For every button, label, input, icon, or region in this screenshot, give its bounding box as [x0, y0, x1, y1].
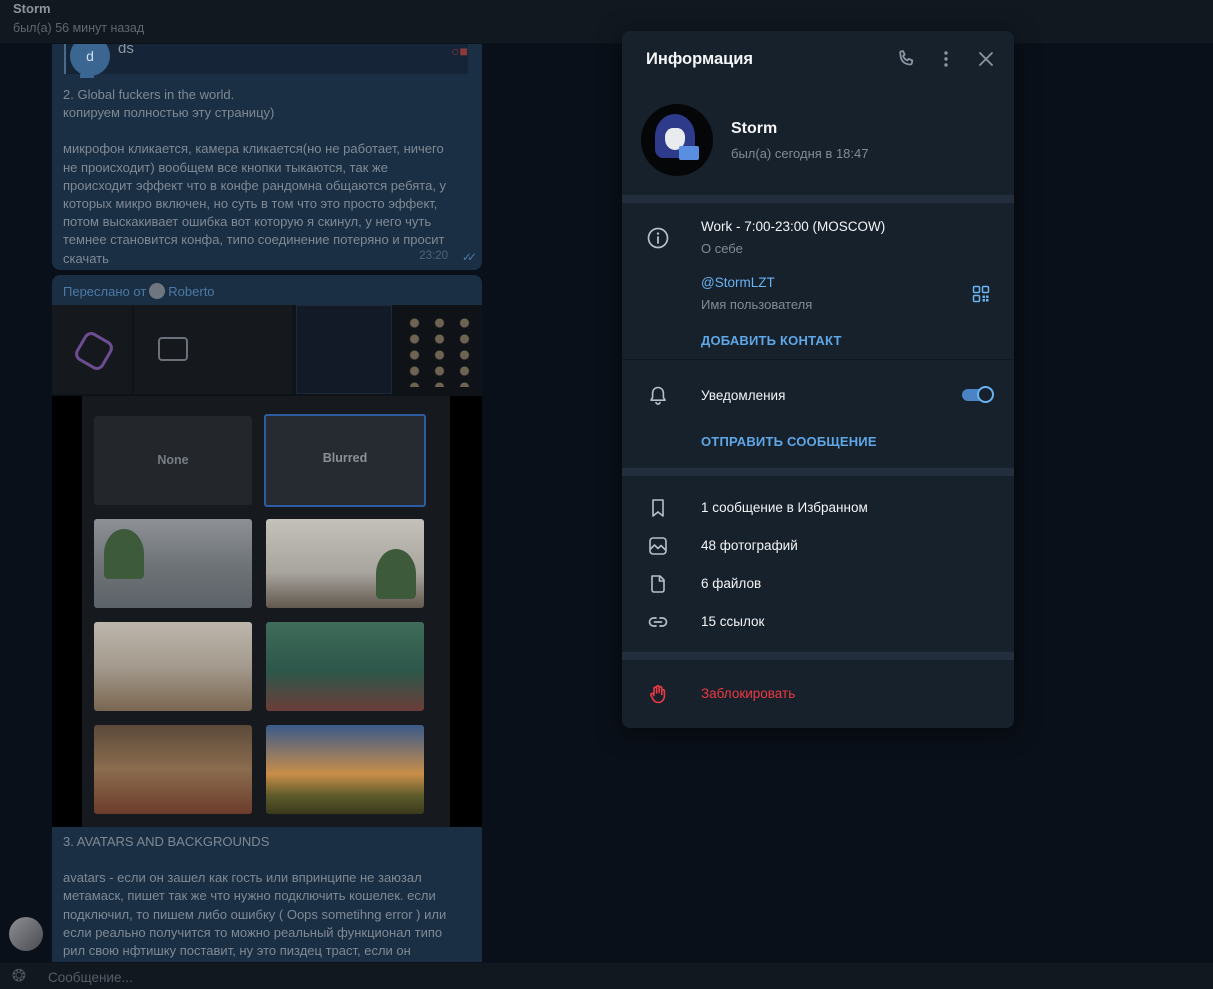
block-user-button[interactable]: Заблокировать — [701, 686, 795, 701]
more-vertical-icon[interactable] — [934, 47, 958, 71]
image-tile — [296, 305, 392, 394]
image-tile — [394, 305, 482, 394]
read-check-icon: ✓✓ — [461, 249, 477, 264]
avatar — [80, 72, 94, 78]
paperclip-icon[interactable]: ❂ — [6, 964, 31, 988]
bookmark-icon — [646, 496, 670, 520]
message-text-line: подключил, то пишем либо ошибку ( Oops s… — [63, 906, 447, 922]
link-icon — [646, 610, 670, 634]
message-text-line: 2. Global fuckers in the world. — [63, 87, 235, 102]
background-option-photo — [266, 725, 424, 814]
bio-value: Work - 7:00-23:00 (MOSCOW) — [701, 219, 886, 234]
chat-title[interactable]: Storm — [13, 1, 51, 16]
background-option-photo — [94, 622, 252, 711]
file-icon — [646, 572, 670, 596]
muted-camera-icon: ○■ — [451, 44, 468, 59]
profile-avatar[interactable] — [641, 104, 713, 176]
toggle-knob — [977, 386, 994, 403]
image-icon — [158, 337, 188, 361]
section-divider — [622, 194, 1014, 203]
background-option-none: None — [94, 416, 252, 505]
background-option-photo — [266, 519, 424, 608]
message-bubble[interactable]: 3. AVATARS AND BACKGROUNDS avatars - есл… — [52, 827, 482, 962]
links-row[interactable]: 15 ссылок — [701, 614, 764, 629]
message-composer: ❂ — [0, 962, 1213, 989]
qr-code-icon[interactable] — [972, 285, 990, 303]
message-input[interactable] — [48, 967, 848, 987]
photo-icon — [646, 534, 670, 558]
message-text-line: темнее становится конфа, типо соединение… — [63, 232, 445, 248]
background-option-blurred: Blurred — [264, 414, 426, 507]
message-text-line: скачать — [63, 250, 109, 266]
profile-status: был(а) сегодня в 18:47 — [731, 146, 869, 161]
background-option-photo — [94, 725, 252, 814]
reply-header[interactable]: d ds ○■ — [52, 44, 482, 80]
message-text-line: потом выскакивает ошибка вот которую я с… — [63, 214, 432, 230]
background-picker-preview: None Blurred — [82, 396, 450, 827]
message-text-line: микрофон кликается, камера кликается(но … — [63, 141, 444, 157]
bell-icon — [646, 384, 670, 408]
message-text-line: метамаск, пишет так же что нужно подключ… — [63, 888, 436, 904]
message-time: 23:20 — [419, 249, 448, 262]
send-message-button[interactable]: ОТПРАВИТЬ СООБЩЕНИЕ — [701, 434, 877, 449]
background-option-photo — [94, 519, 252, 608]
background-option-photo — [266, 622, 424, 711]
message-text-line: avatars - если он зашел как гость или вп… — [63, 870, 422, 886]
section-divider — [622, 467, 1014, 476]
image-tile — [52, 305, 132, 394]
message-text-line: не происходит) вообщем все кнопки тыкают… — [63, 159, 388, 175]
hexagon-icon — [72, 329, 116, 373]
message-text-line: рил свою нфтишку поставит, ну это пиздец… — [63, 943, 411, 959]
chat-history[interactable]: d ds ○■ 2. Global fuckers in the world. … — [0, 44, 1213, 962]
image-tile — [134, 305, 292, 394]
avatar-grid — [402, 315, 476, 387]
chat-status: был(а) 56 минут назад — [13, 21, 145, 35]
quoted-sender-name: ds — [118, 44, 134, 57]
panel-title: Информация — [646, 50, 754, 68]
forwarded-label: Переслано от — [63, 284, 147, 299]
phone-icon[interactable] — [894, 47, 918, 71]
photos-row[interactable]: 48 фотографий — [701, 538, 798, 553]
section-divider — [622, 651, 1014, 660]
saved-messages-row[interactable]: 1 сообщение в Избранном — [701, 500, 868, 515]
row-separator — [622, 359, 1014, 360]
add-contact-button[interactable]: ДОБАВИТЬ КОНТАКТ — [701, 333, 842, 348]
forwarded-message[interactable]: Переслано от Roberto — [52, 275, 482, 396]
message-text-line: если реально получится то можно реальный… — [63, 924, 443, 940]
forwarded-from-name[interactable]: Roberto — [168, 284, 214, 299]
message-text-line: 3. AVATARS AND BACKGROUNDS — [63, 834, 270, 849]
message-text-line: которых микро включен, но суть в том что… — [63, 196, 438, 212]
files-row[interactable]: 6 файлов — [701, 576, 761, 591]
forwarded-image[interactable] — [52, 305, 482, 396]
avatar — [149, 283, 166, 299]
username-value[interactable]: @StormLZT — [701, 275, 775, 290]
chat-header[interactable]: Storm был(а) 56 минут назад — [0, 0, 1213, 44]
message-bubble[interactable]: 2. Global fuckers in the world. копируем… — [52, 80, 482, 270]
notifications-toggle[interactable] — [962, 386, 994, 404]
message-text-line: копируем полностью эту страницу) — [63, 105, 275, 121]
bio-label: О себе — [701, 241, 743, 256]
info-icon — [646, 226, 670, 250]
profile-name: Storm — [731, 120, 778, 137]
info-panel: Информация Storm был(а) сегодня в 18:47 … — [622, 31, 1014, 728]
screenshot-image[interactable]: None Blurred — [52, 396, 482, 827]
sender-avatar[interactable] — [9, 917, 43, 951]
forwarded-header[interactable]: Переслано от Roberto — [63, 283, 215, 301]
message-text-line: происходит эффект что в конфе рандомна о… — [63, 177, 447, 193]
avatar-laptop — [679, 146, 699, 160]
hand-stop-icon — [646, 682, 670, 706]
username-label: Имя пользователя — [701, 297, 813, 312]
notifications-label: Уведомления — [701, 388, 786, 403]
close-icon[interactable] — [974, 47, 998, 71]
